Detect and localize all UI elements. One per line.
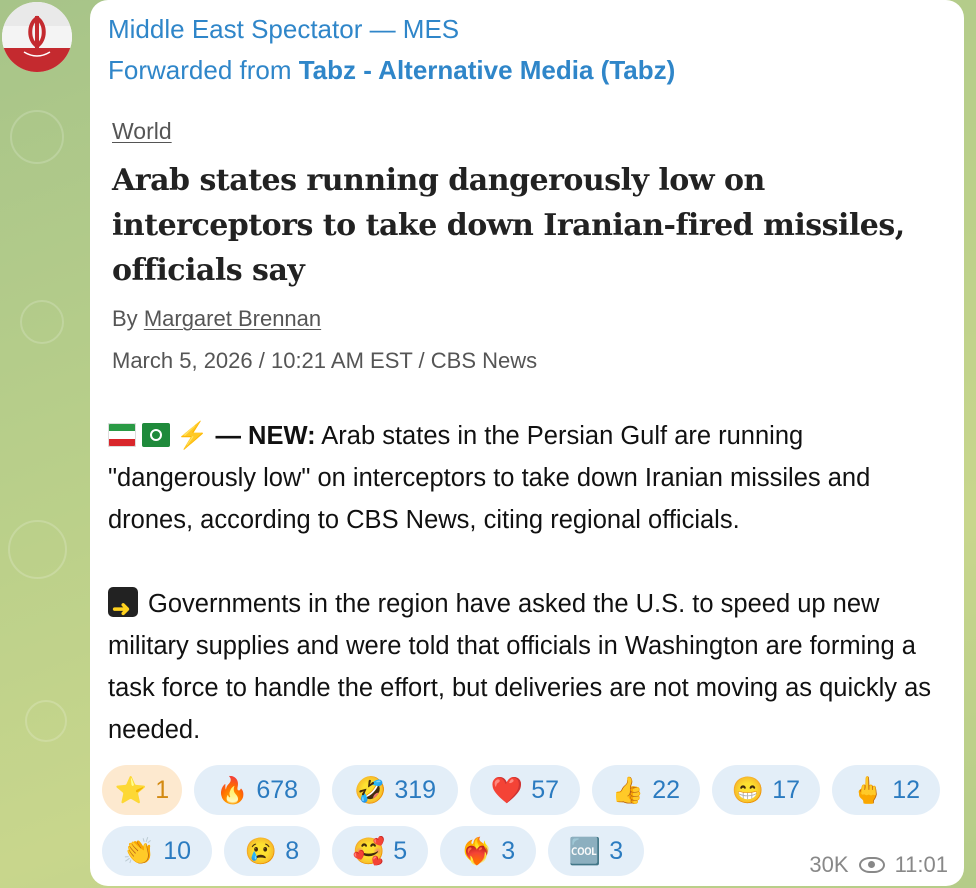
forwarded-line: Forwarded from Tabz - Alternative Media … [108,55,675,86]
reaction-count: 12 [892,775,921,804]
wallpaper-doodle [20,300,64,344]
eye-icon [858,857,885,873]
reaction-count: 8 [285,836,300,865]
rofl-icon: 🤣 [353,775,387,805]
clap-icon: 👏 [122,836,156,866]
fire-icon: 🔥 [215,775,249,805]
reaction-count: 3 [501,836,516,865]
message-paragraph: Governments in the region have asked the… [108,583,953,751]
reaction-cool[interactable]: 🆒 3 [548,826,644,876]
message-meta: 30K 11:01 [809,852,948,878]
reaction-crying[interactable]: 😢 8 [224,826,320,876]
lightning-icon: ⚡ [176,420,209,450]
reaction-count: 3 [609,836,624,865]
iran-flag-icon [108,423,136,447]
reaction-heart-on-fire[interactable]: ❤️‍🔥 3 [440,826,536,876]
reaction-count: 22 [652,775,681,804]
message-text: ⚡ — NEW: Arab states in the Persian Gulf… [108,414,953,751]
reaction-rofl[interactable]: 🤣 319 [332,765,458,815]
reaction-smiling-hearts[interactable]: 🥰 5 [332,826,428,876]
reaction-count: 57 [531,775,560,804]
view-count: 30K [809,852,849,877]
star-icon: ⭐ [114,775,148,805]
new-label: — NEW: [215,422,316,450]
reaction-count: 1 [155,775,170,804]
thumbs-up-icon: 👍 [611,775,645,805]
message-bubble: Middle East Spectator — MES Forwarded fr… [90,0,964,886]
message-time: 11:01 [894,852,948,877]
heart-icon: ❤️ [490,775,524,805]
cool-icon: 🆒 [568,836,602,866]
iran-flag-avatar-icon [2,2,72,72]
wallpaper-doodle [25,700,67,742]
article-author: Margaret Brennan [143,306,322,331]
message-paragraph: ⚡ — NEW: Arab states in the Persian Gulf… [108,414,953,541]
reaction-count: 17 [772,775,801,804]
article-headline: Arab states running dangerously low on i… [112,163,905,288]
byline-prefix: By [112,306,138,331]
arab-league-flag-icon [142,423,170,447]
channel-avatar[interactable] [2,2,72,72]
forwarded-source-link[interactable]: Tabz - Alternative Media (Tabz) [299,55,676,85]
paragraph-2-text: Governments in the region have asked the… [108,590,932,744]
grin-icon: 😁 [731,775,765,805]
reaction-count: 678 [256,775,299,804]
reaction-count: 5 [393,836,408,865]
reaction-count: 10 [163,836,192,865]
reaction-grin[interactable]: 😁 17 [712,765,820,815]
crying-icon: 😢 [244,836,278,866]
reaction-fire[interactable]: 🔥 678 [194,765,320,815]
reaction-star[interactable]: ⭐ 1 [102,765,182,815]
reaction-count: 319 [394,775,437,804]
reaction-middle-finger[interactable]: 🖕 12 [832,765,940,815]
right-arrow-icon [108,587,138,630]
smiling-hearts-icon: 🥰 [352,836,386,866]
heart-on-fire-icon: ❤️‍🔥 [460,836,494,866]
middle-finger-icon: 🖕 [851,775,885,805]
reaction-clap[interactable]: 👏 10 [102,826,212,876]
reaction-thumbs-up[interactable]: 👍 22 [592,765,700,815]
article-section: World [112,118,172,144]
channel-name[interactable]: Middle East Spectator — MES [108,14,459,45]
forwarded-prefix: Forwarded from [108,55,292,85]
wallpaper-doodle [8,520,67,579]
reaction-heart[interactable]: ❤️ 57 [470,765,580,815]
wallpaper-doodle [10,110,64,164]
article-dateline: March 5, 2026 / 10:21 AM EST / CBS News [112,348,538,373]
article-byline: By Margaret Brennan [112,306,321,332]
